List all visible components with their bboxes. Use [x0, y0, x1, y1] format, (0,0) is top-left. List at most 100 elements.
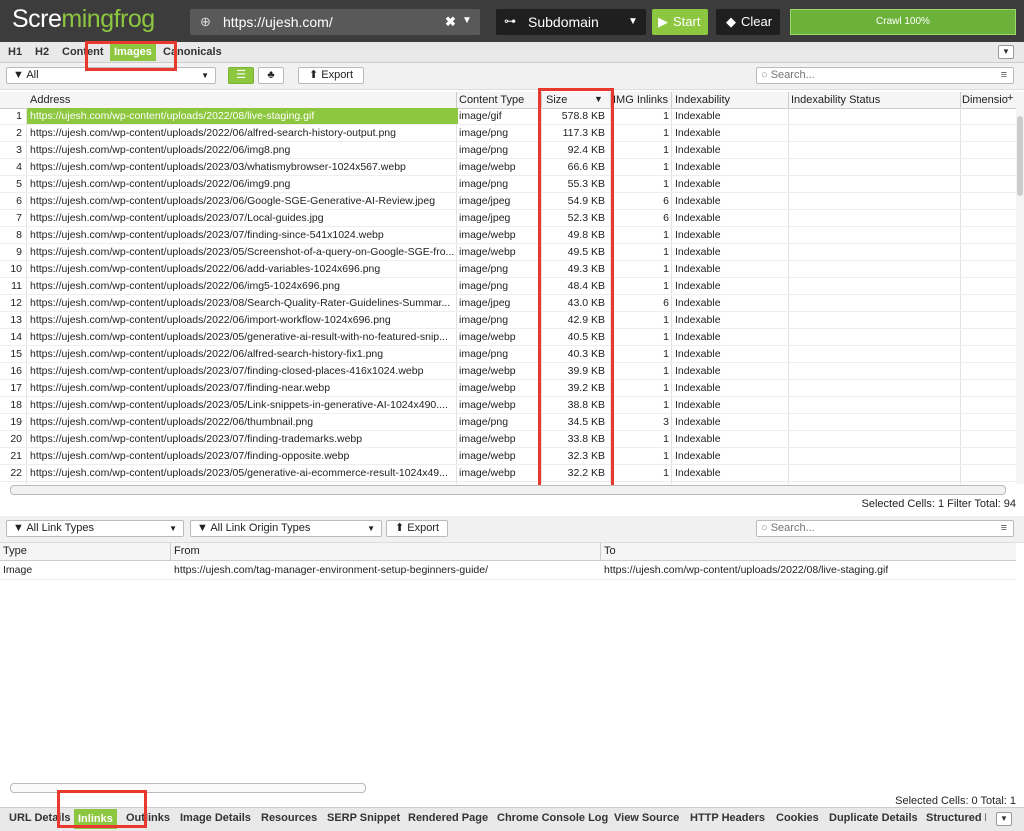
crawl-mode-label: Subdomain [528, 14, 599, 30]
table-row[interactable]: 19 https://ujesh.com/wp-content/uploads/2… [0, 414, 1016, 431]
table-row[interactable]: 20 https://ujesh.com/wp-content/uploads/2… [0, 431, 1016, 448]
search-settings-icon[interactable]: ≡ [1001, 68, 1007, 83]
cell-indexability: Indexable [675, 161, 721, 173]
tab-duplicate-details[interactable]: Duplicate Details [829, 812, 918, 824]
table-row[interactable]: Image https://ujesh.com/tag-manager-envi… [0, 562, 1016, 580]
cell-indexability: Indexable [675, 144, 721, 156]
table-row[interactable]: 10 https://ujesh.com/wp-content/uploads/2… [0, 261, 1016, 278]
table-row[interactable]: 12 https://ujesh.com/wp-content/uploads/2… [0, 295, 1016, 312]
cell-content-type: image/gif [459, 110, 502, 122]
tree-view-icon[interactable]: ♣ [258, 67, 284, 84]
cell-img-inlinks: 1 [663, 280, 669, 292]
col-img-inlinks[interactable]: IMG Inlinks [613, 94, 668, 106]
cell-content-type: image/png [459, 263, 509, 275]
table-row[interactable]: 6 https://ujesh.com/wp-content/uploads/20… [0, 193, 1016, 210]
table-row[interactable]: 14 https://ujesh.com/wp-content/uploads/2… [0, 329, 1016, 346]
table-row[interactable]: 13 https://ujesh.com/wp-content/uploads/2… [0, 312, 1016, 329]
url-input[interactable]: ⊕ https://ujesh.com/ ✖ ▼ [190, 9, 480, 35]
table-row[interactable]: 18 https://ujesh.com/wp-content/uploads/2… [0, 397, 1016, 414]
list-view-icon[interactable]: ☰ [228, 67, 254, 84]
vertical-scrollbar[interactable] [1016, 92, 1024, 484]
cell-img-inlinks: 6 [663, 297, 669, 309]
crawl-mode-select[interactable]: ⊶ Subdomain ▼ [496, 9, 646, 35]
row-number: 21 [10, 450, 22, 462]
col-to[interactable]: To [604, 545, 616, 557]
images-table: Address Content Type Size ▼ IMG Inlinks … [0, 92, 1016, 484]
table-row[interactable]: 1 https://ujesh.com/wp-content/uploads/20… [0, 108, 1016, 125]
cell-address: https://ujesh.com/wp-content/uploads/202… [30, 246, 455, 258]
bottom-tabs-overflow-dropdown[interactable]: ▼ [996, 812, 1012, 826]
row-number: 5 [16, 178, 22, 190]
add-column-icon[interactable]: + [1007, 92, 1013, 104]
cell-content-type: image/webp [459, 331, 516, 343]
horizontal-scrollbar[interactable] [10, 485, 1006, 495]
col-type[interactable]: Type [3, 545, 27, 557]
col-address[interactable]: Address [30, 94, 70, 106]
tab-structured-data[interactable]: Structured Da [926, 812, 986, 824]
row-number: 11 [11, 280, 22, 292]
tab-cookies[interactable]: Cookies [776, 812, 819, 824]
table-row[interactable]: 5 https://ujesh.com/wp-content/uploads/20… [0, 176, 1016, 193]
cell-img-inlinks: 1 [663, 161, 669, 173]
link-types-select[interactable]: ▼ All Link Types ▼ [6, 520, 184, 537]
upload-icon: ⬆ [394, 522, 405, 534]
tab-http-headers[interactable]: HTTP Headers [690, 812, 765, 824]
col-indexability-status[interactable]: Indexability Status [791, 94, 880, 106]
cell-img-inlinks: 1 [663, 348, 669, 360]
clear-url-icon[interactable]: ✖ [445, 14, 456, 30]
lower-search-input[interactable] [770, 522, 971, 534]
search-input[interactable] [770, 69, 971, 81]
link-origin-select[interactable]: ▼ All Link Origin Types ▼ [190, 520, 382, 537]
tab-h2[interactable]: H2 [35, 46, 49, 58]
cell-address: https://ujesh.com/wp-content/uploads/202… [30, 348, 384, 360]
table-row[interactable]: 7 https://ujesh.com/wp-content/uploads/20… [0, 210, 1016, 227]
inlinks-header: Type From To [0, 543, 1016, 561]
tab-resources[interactable]: Resources [261, 812, 317, 824]
start-button[interactable]: ▶ Start [652, 9, 708, 35]
table-row[interactable]: 22 https://ujesh.com/wp-content/uploads/2… [0, 465, 1016, 482]
tab-chrome-console-log[interactable]: Chrome Console Log [497, 812, 608, 824]
table-row[interactable]: 11 https://ujesh.com/wp-content/uploads/2… [0, 278, 1016, 295]
col-content-type[interactable]: Content Type [459, 94, 524, 106]
cell-img-inlinks: 1 [663, 246, 669, 258]
col-indexability[interactable]: Indexability [675, 94, 730, 106]
table-row[interactable]: 16 https://ujesh.com/wp-content/uploads/2… [0, 363, 1016, 380]
row-number: 4 [16, 161, 22, 173]
lower-export-button[interactable]: ⬆ Export [386, 520, 448, 537]
tabs-overflow-dropdown[interactable]: ▼ [998, 45, 1014, 59]
tab-image-details[interactable]: Image Details [180, 812, 251, 824]
table-row[interactable]: 15 https://ujesh.com/wp-content/uploads/2… [0, 346, 1016, 363]
cell-address: https://ujesh.com/wp-content/uploads/202… [30, 365, 424, 377]
table-row[interactable]: 17 https://ujesh.com/wp-content/uploads/2… [0, 380, 1016, 397]
table-row[interactable]: 8 https://ujesh.com/wp-content/uploads/20… [0, 227, 1016, 244]
crawl-progress-bar: Crawl 100% [790, 9, 1016, 35]
scroll-thumb[interactable] [1017, 116, 1023, 196]
chevron-down-icon: ▼ [201, 71, 209, 80]
clear-button[interactable]: ◆ Clear [716, 9, 780, 35]
export-button[interactable]: ⬆ Export [298, 67, 364, 84]
tab-view-source[interactable]: View Source [614, 812, 679, 824]
cell-content-type: image/png [459, 416, 509, 428]
chevron-down-icon[interactable]: ▼ [462, 15, 472, 26]
url-value[interactable]: https://ujesh.com/ [223, 14, 333, 30]
table-row[interactable]: 4 https://ujesh.com/wp-content/uploads/20… [0, 159, 1016, 176]
cell-indexability: Indexable [675, 263, 721, 275]
table-row[interactable]: 21 https://ujesh.com/wp-content/uploads/2… [0, 448, 1016, 465]
chevron-down-icon: ▼ [628, 16, 638, 27]
cell-indexability: Indexable [675, 416, 721, 428]
table-row[interactable]: 3 https://ujesh.com/wp-content/uploads/20… [0, 142, 1016, 159]
row-number: 22 [10, 467, 22, 479]
tab-h1[interactable]: H1 [8, 46, 22, 58]
search-box[interactable]: ○ ≡ [756, 67, 1014, 84]
row-number: 14 [10, 331, 22, 343]
tab-rendered-page[interactable]: Rendered Page [408, 812, 488, 824]
table-row[interactable]: 2 https://ujesh.com/wp-content/uploads/20… [0, 125, 1016, 142]
cell-img-inlinks: 1 [663, 331, 669, 343]
cell-content-type: image/webp [459, 246, 516, 258]
lower-search-box[interactable]: ○ ≡ [756, 520, 1014, 537]
col-dimensions[interactable]: Dimensio [962, 94, 1008, 106]
col-from[interactable]: From [174, 545, 200, 557]
tab-serp-snippet[interactable]: SERP Snippet [327, 812, 400, 824]
search-settings-icon[interactable]: ≡ [1001, 521, 1007, 536]
table-row[interactable]: 9 https://ujesh.com/wp-content/uploads/20… [0, 244, 1016, 261]
